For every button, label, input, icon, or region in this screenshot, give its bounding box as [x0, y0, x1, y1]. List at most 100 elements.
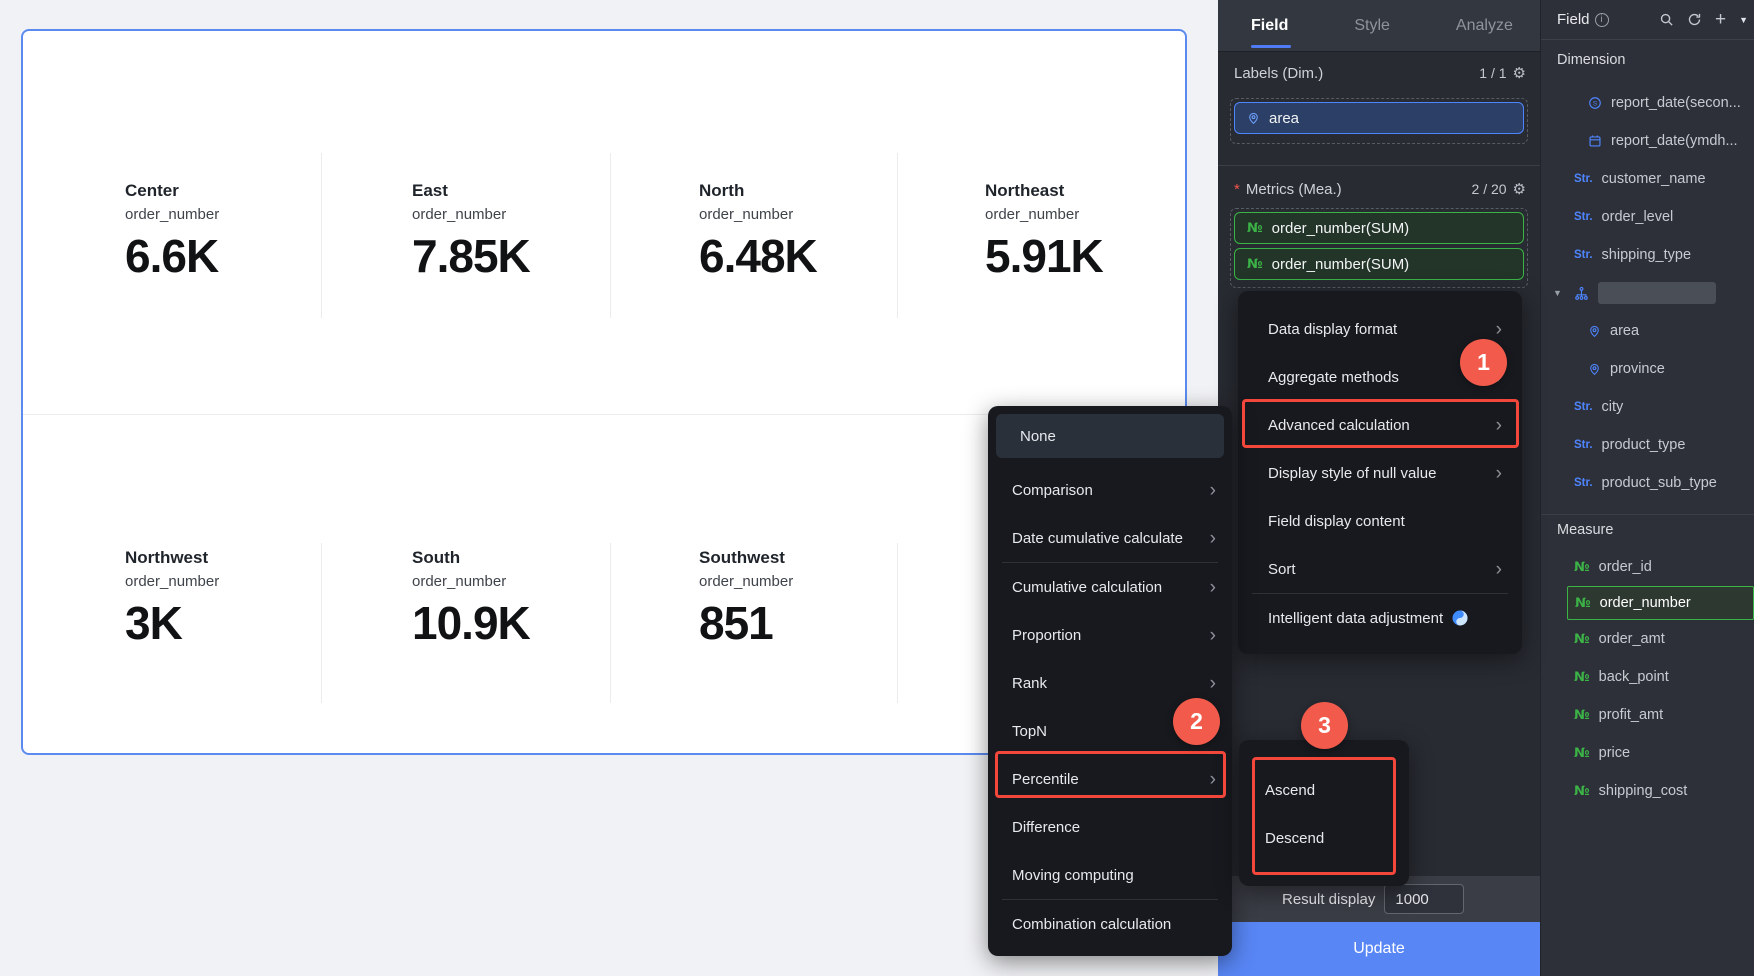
field-item-report-date-ymdh[interactable]: report_date(ymdh...	[1541, 122, 1754, 160]
field-item-geo-group[interactable]: ▼	[1541, 274, 1754, 312]
gear-icon[interactable]: ⚙	[1513, 180, 1526, 198]
field-item-province[interactable]: province	[1541, 350, 1754, 388]
panel-caret-icon[interactable]: ▼	[1739, 15, 1748, 25]
field-panel-header: Field i + ▼	[1541, 0, 1754, 40]
result-display-input[interactable]	[1384, 884, 1465, 914]
chevron-right-icon: ›	[1495, 558, 1502, 580]
chevron-right-icon: ›	[1209, 672, 1216, 694]
menu-item-ascend[interactable]: Ascend	[1239, 766, 1409, 814]
calendar-icon	[1589, 135, 1601, 147]
kpi-card: Northeast order_number 5.91K	[985, 181, 1235, 280]
menu-item-date-cumulative-calculate[interactable]: Date cumulative calculate ›	[988, 514, 1232, 562]
menu-item-none[interactable]: None	[996, 414, 1224, 458]
menu-item-cumulative-calculation[interactable]: Cumulative calculation ›	[988, 563, 1232, 611]
field-panel-title: Field	[1557, 11, 1590, 28]
kpi-value: 10.9K	[412, 597, 531, 649]
menu-item-intelligent-data-adjustment[interactable]: Intelligent data adjustment	[1238, 594, 1522, 642]
labels-dropzone[interactable]: area	[1230, 98, 1528, 144]
dimension-chip-area[interactable]: area	[1234, 102, 1524, 134]
field-item-product-sub-type[interactable]: Str. product_sub_type	[1541, 464, 1754, 502]
field-item-price[interactable]: № price	[1541, 734, 1754, 772]
kpi-card: Northwest order_number 3K	[125, 548, 375, 647]
annotation-badge-1: 1	[1460, 339, 1507, 386]
svg-text:S: S	[1593, 100, 1597, 107]
chevron-right-icon: ›	[1209, 527, 1216, 549]
menu-item-display-style-null[interactable]: Display style of null value ›	[1238, 449, 1522, 497]
measure-section-title: Measure	[1557, 522, 1614, 538]
labels-title: Labels (Dim.)	[1234, 64, 1324, 82]
kpi-value: 6.48K	[699, 230, 818, 282]
metrics-dropzone[interactable]: № order_number(SUM) № order_number(SUM)	[1230, 208, 1528, 288]
location-icon	[1590, 325, 1599, 337]
menu-item-difference[interactable]: Difference	[988, 803, 1232, 851]
metric-chip-order-number[interactable]: № order_number(SUM)	[1234, 212, 1524, 244]
field-item-order-number-selected[interactable]: № order_number	[1567, 586, 1754, 620]
kpi-value: 5.91K	[985, 230, 1104, 282]
menu-item-advanced-calculation[interactable]: Advanced calculation ›	[1238, 401, 1522, 449]
labels-section-header: Labels (Dim.) 1 / 1 ⚙	[1218, 64, 1540, 82]
section-divider	[1218, 165, 1540, 166]
field-item-customer-name[interactable]: Str. customer_name	[1541, 160, 1754, 198]
field-item-city[interactable]: Str. city	[1541, 388, 1754, 426]
menu-item-proportion[interactable]: Proportion ›	[988, 611, 1232, 659]
kpi-metric: order_number	[125, 573, 220, 590]
field-item-shipping-type[interactable]: Str. shipping_type	[1541, 236, 1754, 274]
string-type-icon: Str.	[1574, 249, 1593, 261]
menu-item-percentile[interactable]: Percentile ›	[988, 755, 1232, 803]
panel-divider	[1541, 514, 1754, 515]
tab-field[interactable]: Field	[1251, 17, 1288, 35]
number-type-icon: №	[1574, 783, 1590, 799]
props-tabbar: Field Style Analyze	[1218, 0, 1540, 52]
add-field-icon[interactable]: +	[1715, 10, 1726, 29]
update-button[interactable]: Update	[1218, 922, 1540, 976]
kpi-metric: order_number	[412, 206, 507, 223]
search-icon[interactable]	[1659, 12, 1674, 27]
field-item-order-id[interactable]: № order_id	[1541, 548, 1754, 586]
kpi-value: 3K	[125, 597, 183, 649]
kpi-metric: order_number	[699, 206, 794, 223]
labels-count: 1 / 1 ⚙	[1479, 64, 1526, 82]
field-item-order-amt[interactable]: № order_amt	[1541, 620, 1754, 658]
gear-icon[interactable]: ⚙	[1513, 64, 1526, 82]
menu-item-sort[interactable]: Sort ›	[1238, 545, 1522, 593]
number-type-icon: №	[1574, 559, 1590, 575]
field-item-back-point[interactable]: № back_point	[1541, 658, 1754, 696]
field-item-product-type[interactable]: Str. product_type	[1541, 426, 1754, 464]
kpi-metric: order_number	[699, 573, 794, 590]
dimension-list: S report_date(secon... report_date(ymdh.…	[1541, 84, 1754, 502]
menu-item-moving-computing[interactable]: Moving computing	[988, 851, 1232, 899]
menu-item-field-display-content[interactable]: Field display content	[1238, 497, 1522, 545]
number-type-icon: №	[1247, 256, 1263, 272]
tab-analyze[interactable]: Analyze	[1456, 17, 1513, 35]
chevron-right-icon: ›	[1495, 462, 1502, 484]
expand-arrow-icon[interactable]: ▼	[1553, 288, 1562, 298]
menu-item-comparison[interactable]: Comparison ›	[988, 466, 1232, 514]
metrics-count: 2 / 20 ⚙	[1471, 180, 1526, 198]
field-item-report-date-second[interactable]: S report_date(secon...	[1541, 84, 1754, 122]
menu-item-descend[interactable]: Descend	[1239, 814, 1409, 862]
kpi-region: Center	[125, 181, 179, 200]
field-item-area[interactable]: area	[1541, 312, 1754, 350]
menu-item-combination-calculation[interactable]: Combination calculation	[988, 900, 1232, 948]
kpi-region: Southwest	[699, 548, 785, 567]
tab-style[interactable]: Style	[1354, 17, 1390, 35]
field-item-profit-amt[interactable]: № profit_amt	[1541, 696, 1754, 734]
field-list-panel: Field i + ▼ Dimension S report_date(seco…	[1540, 0, 1754, 976]
field-item-shipping-cost[interactable]: № shipping_cost	[1541, 772, 1754, 810]
kpi-card: North order_number 6.48K	[699, 181, 949, 280]
string-type-icon: Str.	[1574, 439, 1593, 451]
number-type-icon: №	[1574, 669, 1590, 685]
location-icon	[1590, 363, 1599, 375]
chip-label: order_number(SUM)	[1271, 219, 1410, 237]
chevron-right-icon: ›	[1495, 414, 1502, 436]
seconds-icon: S	[1589, 97, 1601, 109]
field-item-order-level[interactable]: Str. order_level	[1541, 198, 1754, 236]
kpi-metric: order_number	[985, 206, 1080, 223]
kpi-region: Northwest	[125, 548, 209, 567]
chevron-right-icon: ›	[1209, 768, 1216, 790]
refresh-icon[interactable]	[1687, 12, 1702, 27]
metric-chip-order-number-2[interactable]: № order_number(SUM)	[1234, 248, 1524, 280]
app-window: Center order_number 6.6K East order_numb…	[0, 0, 1754, 976]
kpi-card: East order_number 7.85K	[412, 181, 662, 280]
kpi-region: East	[412, 181, 448, 200]
